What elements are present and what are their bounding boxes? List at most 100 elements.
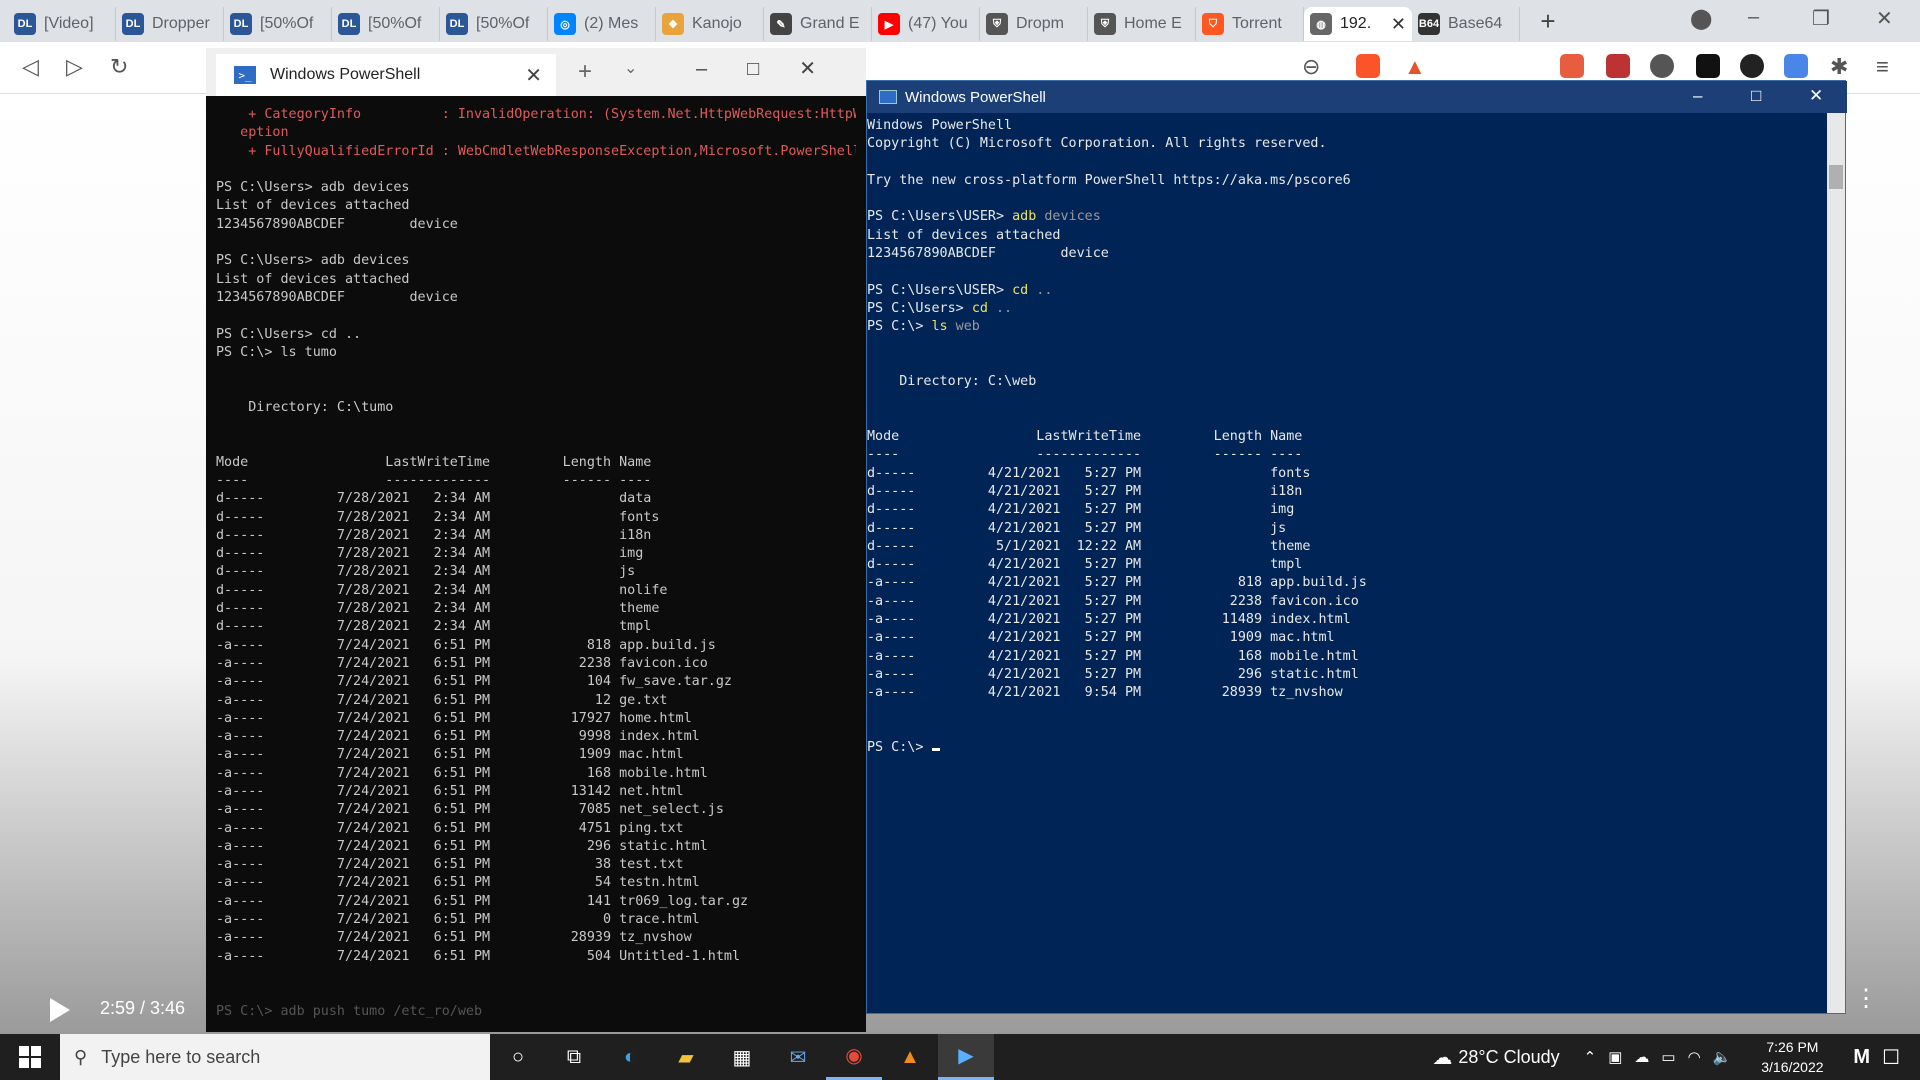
console-line: PS C:\Users\USER> adb devices bbox=[867, 208, 1827, 226]
video-time: 2:59 / 3:46 bbox=[100, 998, 186, 1018]
minimize-icon[interactable]: – bbox=[1693, 86, 1702, 106]
close-icon[interactable]: ✕ bbox=[1876, 6, 1893, 31]
extensions-puzzle-icon[interactable]: ✱ bbox=[1830, 54, 1848, 80]
console-line: -a---- 4/21/2021 5:27 PM 296 static.html bbox=[867, 666, 1827, 684]
close-tab-icon[interactable]: ✕ bbox=[525, 63, 542, 88]
close-icon[interactable]: ✕ bbox=[1809, 86, 1823, 106]
browser-tab[interactable]: B64 Base64 bbox=[1412, 7, 1520, 41]
powershell-taskbar-icon[interactable]: ▶ bbox=[938, 1034, 994, 1080]
brave-rewards-icon[interactable]: ▲ bbox=[1404, 54, 1426, 80]
password-icon[interactable] bbox=[1740, 54, 1764, 78]
zoom-icon[interactable]: ⊖ bbox=[1302, 54, 1320, 80]
browser-tab[interactable]: ❖ Kanojo bbox=[656, 7, 764, 41]
onedrive-icon[interactable]: ☁ bbox=[1634, 1048, 1649, 1066]
minimize-icon[interactable]: – bbox=[1748, 6, 1759, 29]
menu-icon[interactable]: ≡ bbox=[1876, 54, 1889, 80]
notifications-icon[interactable]: ☐ bbox=[1882, 1045, 1900, 1070]
restore-icon[interactable]: ❐ bbox=[1812, 6, 1830, 31]
grammarly-icon[interactable] bbox=[1696, 54, 1720, 78]
brave-shield-icon[interactable] bbox=[1356, 54, 1380, 78]
forward-icon[interactable]: ▷ bbox=[66, 54, 83, 80]
chevron-down-icon[interactable]: ⌄ bbox=[624, 58, 637, 78]
browser-tab[interactable]: DL Dropper bbox=[116, 7, 224, 41]
console-line: d----- 4/21/2021 5:27 PM tmpl bbox=[867, 556, 1827, 574]
more-options-icon[interactable]: ⋮ bbox=[1854, 987, 1878, 1011]
maximize-icon[interactable]: □ bbox=[1751, 86, 1761, 106]
translate-icon[interactable] bbox=[1784, 54, 1808, 78]
mail-icon[interactable]: ✉ bbox=[770, 1034, 826, 1080]
left-terminal-output[interactable]: + CategoryInfo : InvalidOperation: (Syst… bbox=[216, 106, 856, 1026]
file-explorer-icon[interactable]: ▰ bbox=[658, 1034, 714, 1080]
browser-tab[interactable]: ⛉ Torrent bbox=[1196, 7, 1304, 41]
start-button[interactable] bbox=[0, 1046, 60, 1068]
browser-tab[interactable]: ⛨ Home E bbox=[1088, 7, 1196, 41]
browser-tab[interactable]: DL [50%Of bbox=[440, 7, 548, 41]
browser-tab[interactable]: DL [50%Of bbox=[224, 7, 332, 41]
cortana-icon[interactable]: ○ bbox=[490, 1034, 546, 1080]
cursor bbox=[931, 748, 940, 752]
console-line: d----- 7/28/2021 2:34 AM js bbox=[216, 564, 636, 580]
terminal-tab[interactable]: >_ Windows PowerShell ✕ bbox=[216, 54, 556, 96]
vpn-icon[interactable] bbox=[1650, 54, 1674, 78]
console-argument: web bbox=[947, 319, 980, 335]
reload-icon[interactable]: ↻ bbox=[110, 54, 128, 80]
chevron-up-icon[interactable]: ⌃ bbox=[1584, 1048, 1597, 1066]
console-line: -a---- 7/24/2021 6:51 PM 168 mobile.html bbox=[216, 765, 708, 781]
task-view-icon[interactable]: ⧉ bbox=[546, 1034, 602, 1080]
console-text: -a---- 4/21/2021 5:27 PM 296 static.html bbox=[867, 666, 1359, 682]
wifi-icon[interactable]: ◠ bbox=[1688, 1048, 1701, 1066]
browser-tab[interactable]: DL [50%Of bbox=[332, 7, 440, 41]
play-icon[interactable] bbox=[50, 998, 70, 1022]
console-text: d----- 4/21/2021 5:27 PM i18n bbox=[867, 483, 1303, 499]
meet-icon[interactable]: ▣ bbox=[1608, 1048, 1622, 1066]
volume-icon[interactable]: 🔈 bbox=[1713, 1048, 1732, 1066]
clock-time: 7:26 PM bbox=[1766, 1039, 1819, 1055]
scrollbar[interactable] bbox=[1827, 113, 1845, 1013]
powershell-title-bar[interactable]: Windows PowerShell – □ ✕ bbox=[867, 81, 1847, 113]
extension-icon[interactable] bbox=[1560, 54, 1584, 78]
ublock-icon[interactable] bbox=[1606, 54, 1630, 78]
browser-tab[interactable]: DL [Video] bbox=[8, 7, 116, 41]
console-line: -a---- 7/24/2021 6:51 PM 141 tr069_log.t… bbox=[216, 893, 749, 909]
tab-favicon-icon: ⛉ bbox=[1202, 13, 1224, 35]
app-tray-icon[interactable]: M bbox=[1853, 1046, 1870, 1069]
console-line: d----- 4/21/2021 5:27 PM img bbox=[867, 501, 1827, 519]
weather[interactable]: 28°C Cloudy bbox=[1458, 1047, 1559, 1068]
cloud-icon: ☁ bbox=[1432, 1046, 1453, 1069]
new-tab-button[interactable]: + bbox=[1528, 6, 1568, 37]
console-text: 1234567890ABCDEF device bbox=[867, 246, 1109, 262]
taskbar-search[interactable]: ⚲ Type here to search bbox=[60, 1034, 490, 1080]
chrome-icon[interactable]: ◉ bbox=[826, 1034, 882, 1080]
window-controls[interactable]: –□✕ bbox=[696, 56, 856, 81]
edge-icon[interactable]: ◐ bbox=[602, 1034, 658, 1080]
store-icon[interactable]: ▦ bbox=[714, 1034, 770, 1080]
battery-icon[interactable]: ▭ bbox=[1661, 1048, 1675, 1066]
console-line: -a---- 7/24/2021 6:51 PM 13142 net.html bbox=[216, 783, 684, 799]
console-line: d----- 5/1/2021 12:22 AM theme bbox=[867, 538, 1827, 556]
browser-tab[interactable]: ◎ (2) Mes bbox=[548, 7, 656, 41]
clock[interactable]: 7:26 PM 3/16/2022 bbox=[1747, 1037, 1837, 1077]
console-text: d----- 5/1/2021 12:22 AM theme bbox=[867, 538, 1311, 554]
scrollbar-thumb[interactable] bbox=[1829, 165, 1843, 189]
vlc-icon[interactable]: ▲ bbox=[882, 1034, 938, 1080]
console-text: d----- 4/21/2021 5:27 PM img bbox=[867, 502, 1295, 518]
console-text: Copyright (C) Microsoft Corporation. All… bbox=[867, 136, 1327, 152]
console-line: d----- 4/21/2021 5:27 PM js bbox=[867, 520, 1827, 538]
tab-title: [Video] bbox=[44, 15, 94, 32]
browser-tab[interactable]: ▶ (47) You bbox=[872, 7, 980, 41]
profile-icon[interactable]: ⬤ bbox=[1690, 6, 1712, 31]
browser-tab[interactable]: ⛨ Dropm bbox=[980, 7, 1088, 41]
powershell-output[interactable]: Windows PowerShell Copyright (C) Microsof… bbox=[867, 117, 1827, 1007]
browser-tab[interactable]: ✎ Grand E bbox=[764, 7, 872, 41]
new-tab-icon[interactable]: + bbox=[578, 58, 592, 86]
browser-tab[interactable]: ◍ 192. ✕ bbox=[1304, 7, 1412, 41]
close-tab-icon[interactable]: ✕ bbox=[1391, 14, 1406, 35]
console-line: Copyright (C) Microsoft Corporation. All… bbox=[867, 135, 1827, 153]
console-line: d----- 4/21/2021 5:27 PM i18n bbox=[867, 483, 1827, 501]
tab-favicon-icon: ❖ bbox=[662, 13, 684, 35]
back-icon[interactable]: ◁ bbox=[22, 54, 39, 80]
windows-icon bbox=[19, 1046, 41, 1068]
